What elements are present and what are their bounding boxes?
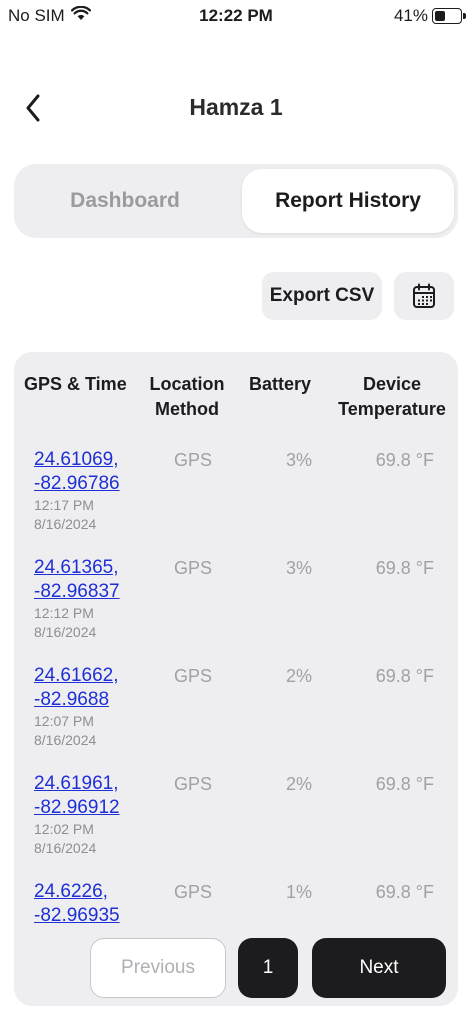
table-row: 24.61662, -82.9688 12:07 PM 8/16/2024 GP…	[14, 664, 458, 770]
header-gps-time-label: GPS & Time	[24, 374, 127, 394]
header-battery-label: Battery	[248, 374, 312, 394]
calendar-button[interactable]	[394, 272, 454, 320]
gps-longitude: -82.96786	[34, 473, 120, 494]
temperature-value: 69.8 °F	[375, 450, 434, 470]
gps-coordinates-link[interactable]: 24.6226, -82.96935	[34, 880, 120, 928]
calendar-icon	[413, 283, 435, 308]
report-time: 12:12 PM	[34, 605, 94, 621]
battery-value: 2%	[285, 666, 312, 686]
gps-coordinates-link[interactable]: 24.61961, -82.96912	[34, 772, 120, 820]
report-date: 8/16/2024	[34, 840, 97, 856]
battery-value: 1%	[285, 882, 312, 902]
nav-header: Hamza 1	[0, 82, 472, 134]
battery-icon	[432, 8, 466, 24]
temperature-value: 69.8 °F	[375, 882, 434, 902]
report-time: 12:07 PM	[34, 713, 94, 729]
gps-longitude: -82.96912	[34, 797, 120, 818]
location-method: GPS	[173, 558, 212, 578]
table-row: 24.61365, -82.96837 12:12 PM 8/16/2024 G…	[14, 556, 458, 662]
battery-percent: 41%	[393, 6, 428, 25]
header-battery: Battery	[240, 372, 320, 397]
tab-report-history[interactable]: Report History	[242, 169, 454, 233]
table-row: 24.61069, -82.96786 12:17 PM 8/16/2024 G…	[14, 448, 458, 554]
next-button[interactable]: Next	[312, 938, 446, 998]
report-date: 8/16/2024	[34, 516, 97, 532]
header-temp-line1: Device	[362, 374, 422, 394]
page-title: Hamza 1	[189, 94, 283, 120]
gps-latitude: 24.61069,	[34, 449, 119, 470]
status-left: No SIM	[8, 5, 91, 26]
battery-value: 3%	[285, 558, 312, 578]
gps-coordinates-link[interactable]: 24.61069, -82.96786	[34, 448, 120, 496]
gps-coordinates-link[interactable]: 24.61662, -82.9688	[34, 664, 119, 712]
header-temp-line2: Temperature	[338, 399, 446, 419]
gps-latitude: 24.61662,	[34, 665, 119, 686]
header-device-temperature: Device Temperature	[334, 372, 450, 422]
gps-coordinates-link[interactable]: 24.61365, -82.96837	[34, 556, 120, 604]
battery-fill	[435, 11, 445, 21]
battery-value: 3%	[285, 450, 312, 470]
carrier-label: No SIM	[8, 6, 65, 25]
gps-latitude: 24.61961,	[34, 773, 119, 794]
report-date: 8/16/2024	[34, 732, 97, 748]
location-method: GPS	[173, 450, 212, 470]
gps-longitude: -82.96837	[34, 581, 120, 602]
gps-longitude: -82.96935	[34, 905, 120, 926]
export-csv-button[interactable]: Export CSV	[262, 272, 382, 320]
temperature-value: 69.8 °F	[375, 558, 434, 578]
status-bar: No SIM 12:22 PM 41%	[0, 0, 472, 34]
report-table: GPS & Time Location Method Battery Devic…	[14, 352, 458, 1006]
header-location-method: Location Method	[144, 372, 230, 422]
page-number-button[interactable]: 1	[238, 938, 298, 998]
location-method: GPS	[173, 774, 212, 794]
header-location-line1: Location	[149, 374, 225, 394]
battery-value: 2%	[285, 774, 312, 794]
wifi-icon	[70, 5, 91, 26]
location-method: GPS	[173, 882, 212, 902]
header-location-line2: Method	[155, 399, 219, 419]
gps-latitude: 24.61365,	[34, 557, 119, 578]
gps-latitude: 24.6226,	[34, 881, 108, 902]
report-time: 12:02 PM	[34, 821, 94, 837]
previous-button[interactable]: Previous	[90, 938, 226, 998]
report-time: 12:17 PM	[34, 497, 94, 513]
header-gps-time: GPS & Time	[24, 372, 154, 397]
temperature-value: 69.8 °F	[375, 666, 434, 686]
temperature-value: 69.8 °F	[375, 774, 434, 794]
location-method: GPS	[173, 666, 212, 686]
tab-dashboard[interactable]: Dashboard	[20, 169, 230, 233]
report-date: 8/16/2024	[34, 624, 97, 640]
table-row: 24.61961, -82.96912 12:02 PM 8/16/2024 G…	[14, 772, 458, 878]
segmented-control: Dashboard Report History	[14, 164, 458, 238]
status-right: 41%	[393, 6, 466, 26]
gps-longitude: -82.9688	[34, 689, 110, 710]
